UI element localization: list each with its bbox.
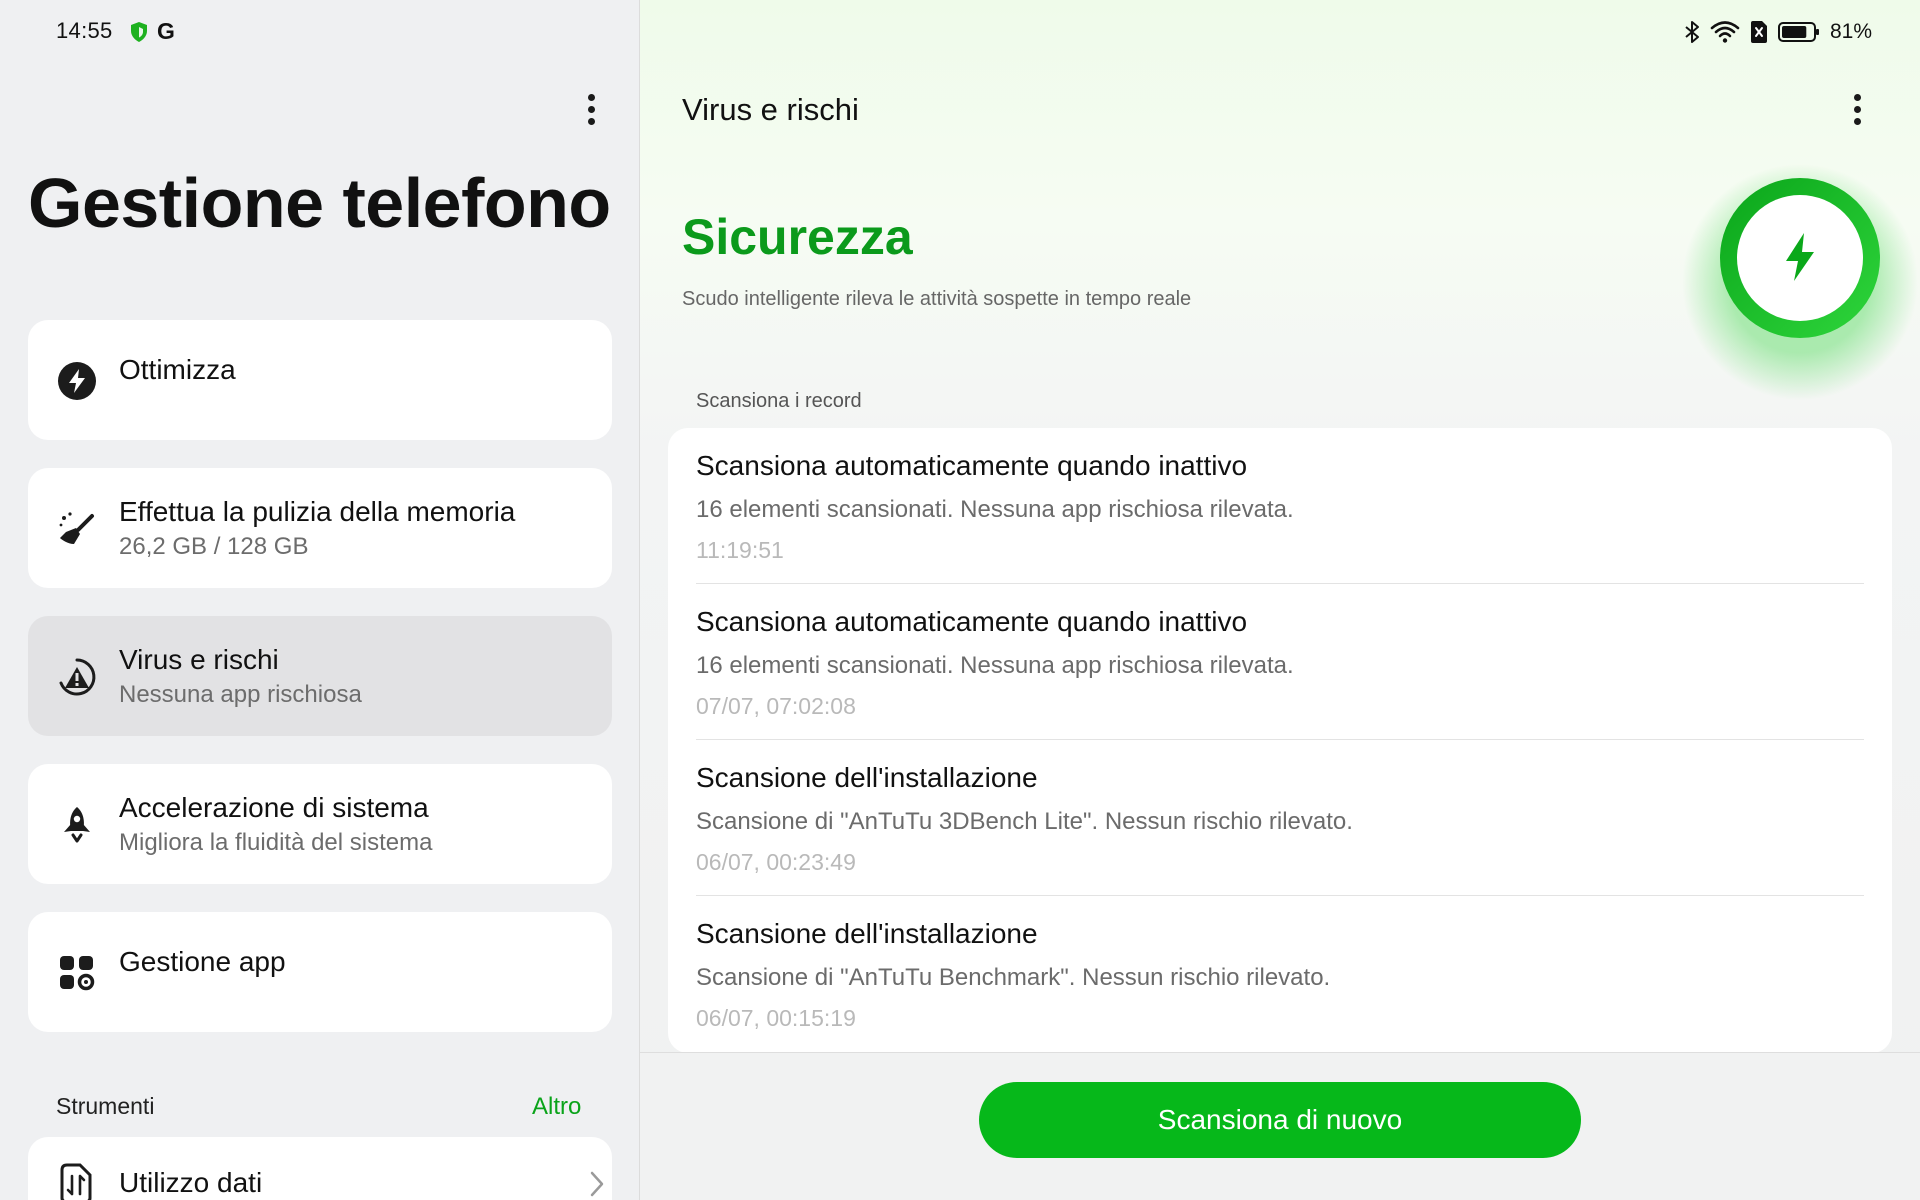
menu-item-title: Ottimizza [119,354,236,385]
phone-manager-pane: 14:55 G Gestione telefono Ottimizza Effe… [0,0,640,1200]
rocket-icon [64,807,90,843]
speed-bolt-icon [58,362,96,400]
record-description: 16 elementi scansionati. Nessuna app ris… [696,496,1294,523]
record-time: 06/07, 00:15:19 [696,1005,856,1031]
app-grid-icon [60,956,95,991]
status-time: 14:55 [56,18,113,43]
scan-records-label: Scansiona i record [696,390,862,412]
risk-warning-icon [59,658,96,696]
security-subtitle: Scudo intelligente rileva le attività so… [682,288,1192,310]
scan-record-item[interactable]: Scansiona automaticamente quando inattiv… [696,584,1864,740]
battery-icon [1777,22,1819,42]
menu-item-memory-cleanup[interactable]: Effettua la pulizia della memoria 26,2 G… [28,468,612,588]
virus-risks-pane: 81% Virus e rischi Sicurezza Scudo intel… [640,0,1920,1200]
security-status-bolt-icon [1682,164,1918,400]
bottom-action-bar: Scansiona di nuovo [640,1052,1920,1200]
more-options-button[interactable] [587,94,595,128]
menu-item-title: Gestione app [119,946,286,977]
record-time: 06/07, 00:23:49 [696,849,856,875]
detail-title: Virus e rischi [682,92,859,127]
menu-item-system-acceleration[interactable]: Accelerazione di sistema Migliora la flu… [28,764,612,884]
menu-item-subtitle: Nessuna app rischiosa [119,681,362,708]
tools-more-link[interactable]: Altro [532,1093,581,1121]
battery-percentage: 81% [1829,20,1872,43]
record-title: Scansione dell'installazione [696,762,1038,793]
tool-item-title: Utilizzo dati [119,1167,263,1198]
record-title: Scansiona automaticamente quando inattiv… [696,606,1248,637]
record-title: Scansione dell'installazione [696,918,1038,949]
tools-section-label: Strumenti [56,1093,155,1119]
broom-icon [59,512,94,544]
record-time: 11:19:51 [696,537,784,563]
record-description: 16 elementi scansionati. Nessuna app ris… [696,652,1294,679]
data-usage-icon [60,1163,92,1200]
scan-record-item[interactable]: Scansiona automaticamente quando inattiv… [696,428,1864,584]
scan-record-item[interactable]: Scansione dell'installazione Scansione d… [696,896,1864,1052]
security-title: Sicurezza [682,209,913,265]
record-title: Scansiona automaticamente quando inattiv… [696,450,1248,481]
record-description: Scansione di "AnTuTu Benchmark". Nessun … [696,964,1331,991]
sim-off-icon [1750,21,1767,43]
menu-item-subtitle: 26,2 GB / 128 GB [119,533,309,560]
page-title: Gestione telefono [28,164,611,242]
menu-item-app-management[interactable]: Gestione app [28,912,612,1032]
menu-item-subtitle: Migliora la fluidità del sistema [119,829,433,856]
menu-item-title: Virus e rischi [119,644,279,675]
tool-item-data-usage[interactable]: Utilizzo dati [28,1137,612,1200]
menu-item-optimize[interactable]: Ottimizza [28,320,612,440]
bluetooth-icon [1685,21,1699,43]
record-time: 07/07, 07:02:08 [696,693,856,719]
status-icons: 81% [1684,18,1872,46]
scan-again-button[interactable]: Scansiona di nuovo [979,1082,1581,1158]
shield-icon [131,22,147,42]
record-description: Scansione di "AnTuTu 3DBench Lite". Ness… [696,808,1353,835]
menu-item-title: Accelerazione di sistema [119,792,429,823]
scan-record-item[interactable]: Scansione dell'installazione Scansione d… [696,740,1864,896]
menu-item-virus-risks[interactable]: Virus e rischi Nessuna app rischiosa [28,616,612,736]
more-options-button[interactable] [1853,94,1861,128]
chevron-right-icon [590,1171,604,1197]
google-g-icon: G [157,18,175,44]
scan-records-list: Scansiona automaticamente quando inattiv… [668,428,1892,1053]
wifi-icon [1710,21,1740,43]
menu-item-title: Effettua la pulizia della memoria [119,496,516,527]
